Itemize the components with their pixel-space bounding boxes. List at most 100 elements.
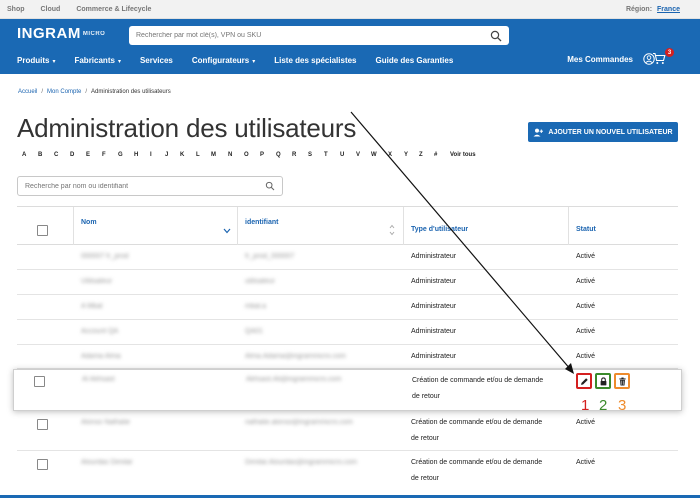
- alphabet-letter[interactable]: V: [356, 152, 360, 158]
- global-search-input[interactable]: [136, 32, 490, 39]
- user-status: Activé: [576, 328, 596, 335]
- user-type: Administrateur: [411, 303, 457, 310]
- table-row[interactable]: Account QA QA01 Administrateur Activé: [17, 320, 678, 345]
- user-name: Al Akhsast: [82, 376, 115, 383]
- alphabet-letter[interactable]: M: [211, 152, 216, 158]
- breadcrumb-current: Administration des utilisateurs: [91, 89, 171, 95]
- brand-logo[interactable]: INGRAM MICRO: [17, 25, 105, 42]
- alphabet-letter[interactable]: #: [434, 152, 437, 158]
- user-name: Account QA: [81, 328, 119, 335]
- nav-item-configurateurs[interactable]: Configurateurs ▾: [192, 56, 255, 65]
- row-checkbox[interactable]: [34, 376, 45, 387]
- alphabet-letter[interactable]: R: [292, 152, 296, 158]
- table-row[interactable]: 000007 fr_prod fr_prod_000007 Administra…: [17, 245, 678, 270]
- select-all-checkbox[interactable]: [37, 225, 48, 236]
- top-utility-bar: Shop Cloud Commerce & Lifecycle Région: …: [0, 0, 700, 19]
- table-row[interactable]: Alonso Nathalie nathalie.alonso@ingrammi…: [17, 411, 678, 451]
- table-row[interactable]: Alourdas Dimitar Dimitar.Alourdas@ingram…: [17, 451, 678, 491]
- lock-user-button[interactable]: [595, 373, 611, 389]
- alphabet-letter[interactable]: I: [150, 152, 152, 158]
- user-type: Administrateur: [411, 253, 457, 260]
- user-id: Dimitar.Alourdas@ingrammicro.com: [245, 459, 358, 466]
- alphabet-letter[interactable]: W: [371, 152, 377, 158]
- row-checkbox[interactable]: [37, 419, 48, 430]
- breadcrumb-home[interactable]: Accueil: [18, 89, 37, 95]
- my-orders-link[interactable]: Mes Commandes: [567, 55, 633, 64]
- column-divider: [237, 207, 238, 245]
- breadcrumb: Accueil / Mon Compte / Administration de…: [18, 89, 171, 95]
- sort-icon[interactable]: [389, 224, 395, 236]
- breadcrumb-account[interactable]: Mon Compte: [47, 89, 81, 95]
- caret-down-icon: ▾: [52, 59, 56, 65]
- edit-user-button[interactable]: [576, 373, 592, 389]
- user-name: A Mbal: [81, 303, 103, 310]
- logo-text: INGRAM: [17, 25, 81, 42]
- nav-item-garanties[interactable]: Guide des Garanties: [376, 56, 454, 65]
- alphabet-letter[interactable]: U: [340, 152, 344, 158]
- table-row[interactable]: A Mbal mbal.a Administrateur Activé: [17, 295, 678, 320]
- alphabet-letter[interactable]: Z: [419, 152, 423, 158]
- alphabet-letter[interactable]: C: [54, 152, 58, 158]
- region-link[interactable]: France: [657, 6, 680, 13]
- user-id: utilisateur: [245, 278, 275, 285]
- nav-item-services[interactable]: Services: [140, 56, 173, 65]
- alphabet-letter[interactable]: J: [165, 152, 168, 158]
- user-type-line-2: de retour: [412, 393, 441, 400]
- logo-mark: MICRO: [82, 30, 106, 37]
- alphabet-letter[interactable]: D: [70, 152, 74, 158]
- user-name: Utilisateur: [81, 278, 113, 285]
- delete-user-button[interactable]: [614, 373, 630, 389]
- alphabet-letter[interactable]: N: [228, 152, 232, 158]
- user-id: QA01: [245, 328, 263, 335]
- user-status: Activé: [576, 278, 596, 285]
- row-actions: [576, 373, 633, 389]
- nav-item-produits[interactable]: Produits ▾: [17, 56, 55, 65]
- user-id: Alma.Adama@ingrammicro.com: [245, 353, 346, 360]
- row-checkbox[interactable]: [37, 459, 48, 470]
- user-status: Activé: [576, 253, 596, 260]
- alphabet-letter[interactable]: T: [324, 152, 328, 158]
- alphabet-letter[interactable]: B: [38, 152, 42, 158]
- chevron-down-icon[interactable]: [223, 228, 231, 234]
- table-row[interactable]: Utilisateur utilisateur Administrateur A…: [17, 270, 678, 295]
- alphabet-letter[interactable]: S: [308, 152, 312, 158]
- alphabet-view-all[interactable]: Voir tous: [450, 152, 476, 158]
- search-icon[interactable]: [490, 30, 502, 42]
- alphabet-letter[interactable]: Q: [276, 152, 281, 158]
- user-id: fr_prod_000007: [245, 253, 295, 260]
- alphabet-letter[interactable]: F: [102, 152, 106, 158]
- annotation-label-1: 1: [581, 397, 590, 414]
- topbar-link-shop[interactable]: Shop: [7, 6, 25, 13]
- alphabet-letter[interactable]: H: [134, 152, 138, 158]
- user-status: Activé: [576, 419, 596, 426]
- alphabet-letter[interactable]: G: [118, 152, 123, 158]
- breadcrumb-separator: /: [41, 89, 44, 95]
- alphabet-letter[interactable]: P: [260, 152, 264, 158]
- alphabet-letter[interactable]: Y: [404, 152, 408, 158]
- nav-label: Produits: [17, 56, 50, 65]
- user-type: Administrateur: [411, 328, 457, 335]
- pencil-icon: [580, 377, 588, 385]
- alphabet-letter[interactable]: L: [196, 152, 200, 158]
- add-user-button[interactable]: AJOUTER UN NOUVEL UTILISATEUR: [528, 122, 678, 142]
- search-icon[interactable]: [265, 181, 275, 191]
- alphabet-letter[interactable]: A: [22, 152, 26, 158]
- topbar-link-cloud[interactable]: Cloud: [41, 6, 61, 13]
- cart-icon[interactable]: [652, 52, 666, 65]
- trash-icon: [618, 377, 626, 385]
- alphabet-letter[interactable]: O: [244, 152, 249, 158]
- topbar-link-commerce[interactable]: Commerce & Lifecycle: [76, 6, 151, 13]
- nav-item-fabricants[interactable]: Fabricants ▾: [74, 56, 120, 65]
- alphabet-letter[interactable]: E: [86, 152, 90, 158]
- nav-label: Fabricants: [74, 56, 115, 65]
- user-search-input[interactable]: [25, 182, 265, 190]
- table-row[interactable]: Adama Alma Alma.Adama@ingrammicro.com Ad…: [17, 345, 678, 369]
- user-status: Activé: [576, 303, 596, 310]
- users-table: Nom identifiant Type d'utilisateur Statu…: [13, 206, 682, 491]
- table-header: Nom identifiant Type d'utilisateur Statu…: [17, 206, 678, 245]
- alphabet-letter[interactable]: X: [388, 152, 392, 158]
- alphabet-letter[interactable]: K: [180, 152, 184, 158]
- user-type: Administrateur: [411, 353, 457, 360]
- user-name: Alonso Nathalie: [81, 419, 131, 426]
- nav-item-specialistes[interactable]: Liste des spécialistes: [274, 56, 356, 65]
